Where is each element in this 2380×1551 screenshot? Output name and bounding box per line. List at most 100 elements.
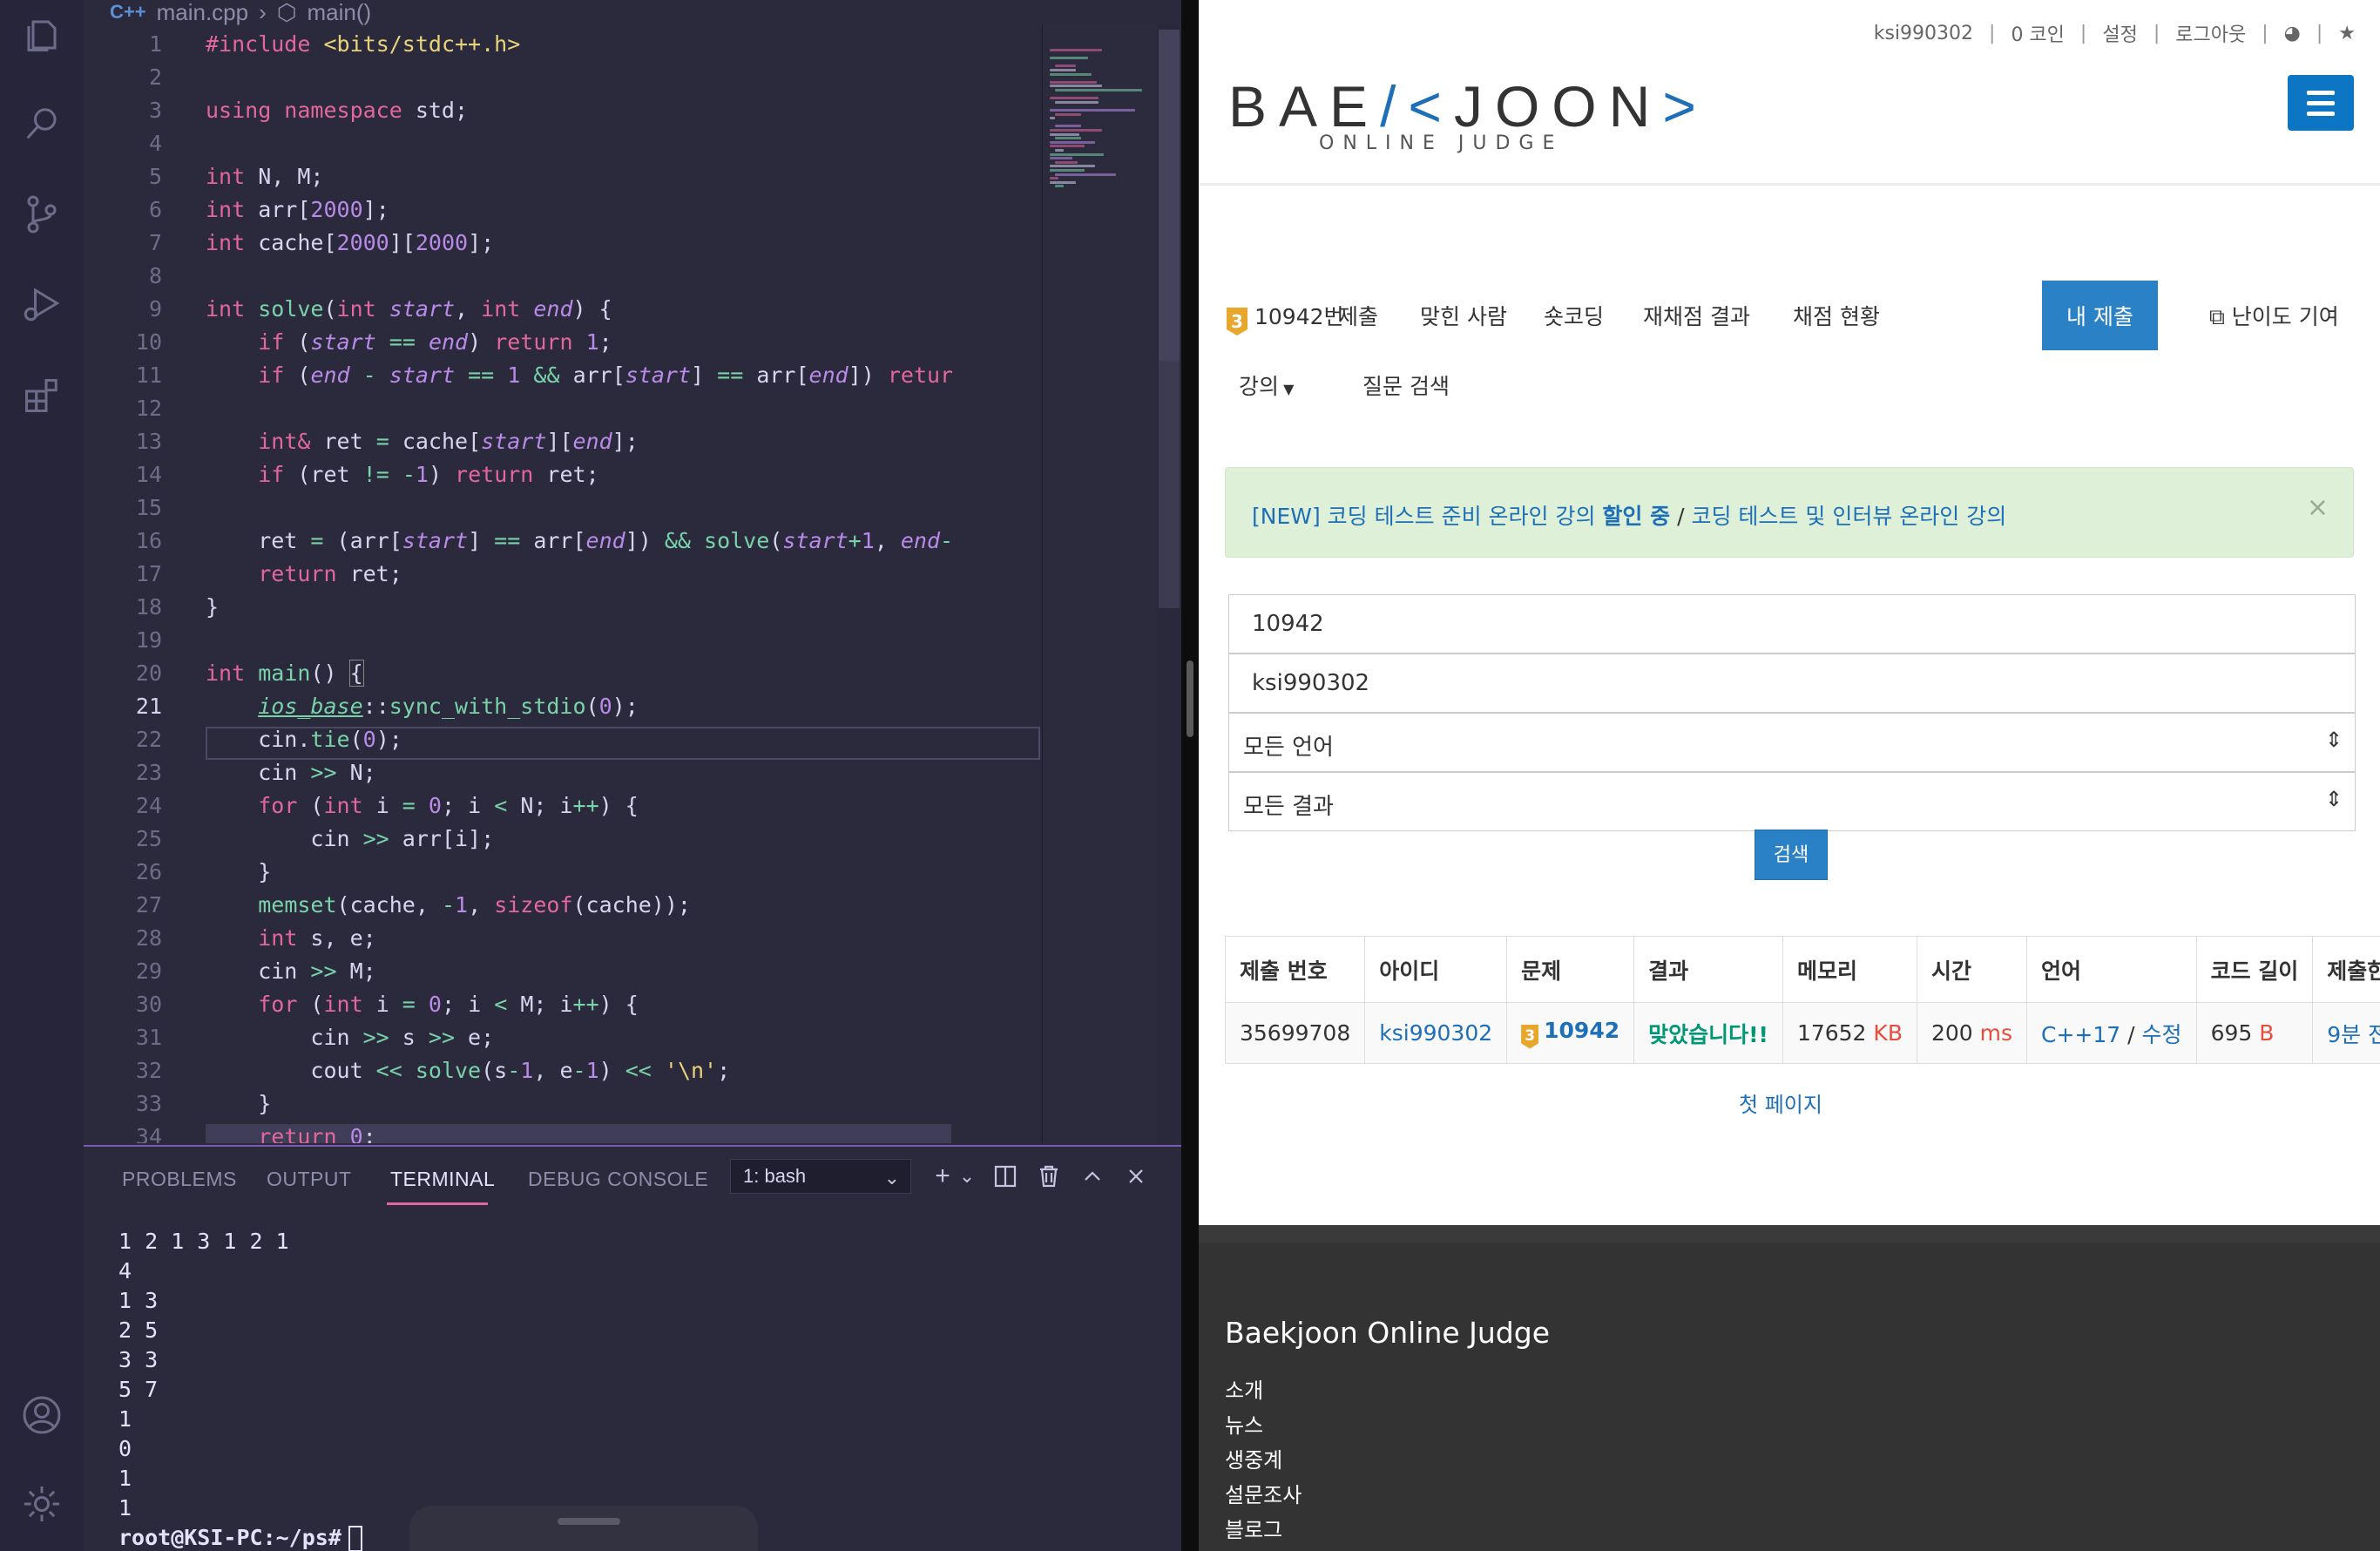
split-terminal-icon[interactable] (988, 1159, 1023, 1194)
code-line: cin >> s >> e; (206, 1025, 495, 1050)
minimap-line (1050, 80, 1097, 84)
first-page-link[interactable]: 첫 페이지 (1739, 1087, 1822, 1118)
language-separator: / (2127, 1021, 2135, 1047)
cell-problem[interactable]: 3 10942 (1506, 1002, 1635, 1064)
nav-solvers[interactable]: 맞힌 사람 (1420, 300, 1507, 331)
footer-link-about[interactable]: 소개 (1225, 1373, 1263, 1404)
account-icon[interactable] (17, 1391, 66, 1439)
breadcrumb-symbol[interactable]: main() (307, 0, 371, 26)
footer-link-blog[interactable]: 블로그 (1225, 1513, 1282, 1543)
search-button[interactable]: 검색 (1755, 830, 1828, 880)
cell-language: C++17 / 수정 (2026, 1002, 2197, 1064)
new-terminal-chevron-icon[interactable]: ⌄ (950, 1159, 984, 1194)
code-line: for (int i = 0; i < N; i++) { (258, 793, 639, 818)
star-icon[interactable]: ★ (2338, 23, 2356, 44)
problem-link[interactable]: 10942 (1544, 1018, 1619, 1043)
settings-link[interactable]: 설정 (2102, 19, 2137, 47)
nav-difficulty-label: 난이도 기여 (2231, 304, 2339, 329)
bottom-panel: PROBLEMS OUTPUT TERMINAL DEBUG CONSOLE 1… (84, 1145, 1181, 1551)
editor-scrollbar-thumb[interactable] (1159, 30, 1180, 361)
nav-rejudge[interactable]: 재채점 결과 (1643, 300, 1750, 331)
result-select[interactable]: 모든 결과 ⇕ (1228, 772, 2356, 831)
editor-scrollbar[interactable] (1157, 24, 1181, 1143)
explorer-icon[interactable] (17, 10, 66, 59)
footer-link-news[interactable]: 뉴스 (1225, 1408, 1263, 1439)
minimap-line (1055, 160, 1078, 164)
terminal-line: 1 (118, 1406, 132, 1432)
line-number: 20 (135, 660, 162, 686)
maximize-panel-chevron-up-icon[interactable] (1075, 1159, 1110, 1194)
split-view-handle[interactable] (1187, 660, 1193, 737)
nav-difficulty[interactable]: ⧉ 난이도 기여 (2209, 300, 2339, 331)
minimap-line (1050, 72, 1092, 76)
terminal-line: 2 5 (118, 1317, 159, 1343)
nav-lecture-dropdown[interactable]: 강의 ▼ (1239, 369, 1294, 401)
terminal-output[interactable]: 1 2 1 3 1 2 1 4 1 3 2 5 3 3 5 7 1 0 1 1 root@KSI-P… (118, 1227, 362, 1551)
tab-debug-console[interactable]: DEBUG CONSOLE (528, 1168, 708, 1191)
tab-output[interactable]: OUTPUT (267, 1168, 352, 1191)
language-select[interactable]: 모든 언어 ⇕ (1228, 713, 2356, 772)
breadcrumb-file[interactable]: main.cpp (157, 0, 249, 26)
cell-submitted-at[interactable]: 9분 전 (2312, 1002, 2380, 1064)
nav-submit[interactable]: 제출 (1338, 300, 1378, 331)
close-icon[interactable]: × (2307, 492, 2329, 523)
col-problem: 문제 (1506, 936, 1635, 1003)
code-line: } (206, 594, 220, 620)
footer-link-live[interactable]: 생중계 (1225, 1443, 1282, 1473)
trash-icon[interactable] (1031, 1159, 1066, 1194)
edit-link[interactable]: 수정 (2142, 1022, 2182, 1047)
nav-my-submissions[interactable]: 내 제출 (2042, 281, 2158, 350)
footer-link-survey[interactable]: 설문조사 (1225, 1478, 1302, 1508)
split-view-divider[interactable] (1181, 0, 1199, 1551)
tab-problems[interactable]: PROBLEMS (122, 1168, 237, 1191)
code-line: if (ret != -1) return ret; (258, 462, 599, 487)
terminal-prompt: root@KSI-PC:~/ps# (118, 1525, 341, 1550)
minimap-line (1050, 165, 1095, 168)
line-number: 33 (135, 1091, 162, 1116)
nav-shortcoding[interactable]: 숏코딩 (1544, 300, 1604, 331)
minimap-viewport[interactable] (1043, 24, 1158, 1143)
cell-user-link[interactable]: ksi990302 (1364, 1002, 1508, 1064)
close-panel-icon[interactable] (1119, 1159, 1153, 1194)
settings-gear-icon[interactable] (17, 1480, 66, 1528)
top-user-bar: ksi990302 | 0 코인 | 설정 | 로그아웃 | ◕ | ★ (1874, 19, 2356, 47)
line-number: 7 (148, 230, 162, 255)
col-time: 시간 (1916, 936, 2028, 1003)
user-id-field[interactable]: ksi990302 (1228, 654, 2356, 713)
language-link[interactable]: C++17 (2041, 1022, 2120, 1047)
dock-grip[interactable] (558, 1518, 620, 1525)
source-control-icon[interactable] (17, 190, 66, 239)
select-arrows-icon: ⇕ (2324, 787, 2343, 811)
code-line: memset(cache, -1, sizeof(cache)); (258, 892, 691, 918)
hamburger-menu-icon[interactable] (2288, 75, 2354, 131)
cell-result[interactable]: 맞았습니다!! (1633, 1002, 1783, 1064)
minimap-line (1050, 152, 1104, 156)
nav-problem[interactable]: 3 10942번 (1227, 300, 1344, 335)
tab-terminal[interactable]: TERMINAL (390, 1168, 495, 1191)
tier-badge-icon: 3 (1227, 308, 1247, 335)
minimap-line (1055, 64, 1076, 68)
minimap[interactable] (1042, 24, 1157, 1143)
site-logo[interactable]: BAE/<JOON> ONLINE JUDGE (1228, 73, 1696, 160)
announcement-link-1[interactable]: [NEW] 코딩 테스트 준비 온라인 강의 할인 중 (1252, 504, 1670, 529)
separator: | (2079, 22, 2087, 44)
terminal-select-value: 1: bash (743, 1165, 807, 1187)
minimap-line (1055, 100, 1099, 104)
globe-icon[interactable]: ◕ (2284, 23, 2301, 44)
terminal-select[interactable]: 1: bash ⌄ (730, 1159, 911, 1194)
terminal-line: 5 7 (118, 1377, 159, 1402)
username-link[interactable]: ksi990302 (1874, 23, 1973, 44)
run-debug-icon[interactable] (17, 279, 66, 328)
extensions-icon[interactable] (17, 371, 66, 420)
coins-link[interactable]: 0 코인 (2011, 19, 2064, 47)
nav-status[interactable]: 채점 현황 (1793, 300, 1880, 331)
problem-id-field[interactable]: 10942 (1228, 594, 2356, 654)
code-editor[interactable]: 1 2 3 4 5 6 7 8 9 10 11 12 13 14 15 16 17 18 19 20 21 22 23 24 2… (84, 31, 1042, 1143)
search-icon[interactable] (17, 99, 66, 148)
minimap-line (1050, 109, 1135, 112)
chevron-down-icon: ⌄ (883, 1167, 900, 1189)
nav-qna-search[interactable]: 질문 검색 (1362, 369, 1450, 401)
terminal-prompt-line: root@KSI-PC:~/ps# (118, 1523, 362, 1551)
announcement-link-2[interactable]: 코딩 테스트 및 인터뷰 온라인 강의 (1691, 504, 2006, 529)
logout-link[interactable]: 로그아웃 (2175, 19, 2246, 47)
